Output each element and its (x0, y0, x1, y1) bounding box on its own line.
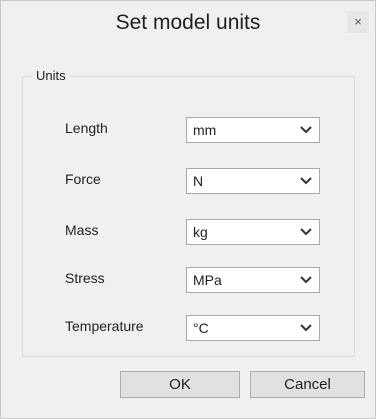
force-select[interactable]: N (186, 168, 320, 194)
mass-value: kg (193, 224, 208, 240)
chevron-down-icon (300, 177, 312, 185)
dialog-title: Set model units (115, 11, 261, 34)
length-select[interactable]: mm (186, 117, 320, 143)
mass-label: Mass (65, 222, 99, 238)
set-model-units-dialog: Set model units × Units Length mm Force … (0, 0, 376, 419)
close-button[interactable]: × (347, 11, 369, 33)
chevron-down-icon (300, 126, 312, 134)
temperature-select[interactable]: °C (186, 315, 320, 341)
chevron-down-icon (300, 276, 312, 284)
temperature-value: °C (193, 320, 209, 336)
stress-label: Stress (65, 270, 105, 286)
close-icon: × (354, 14, 362, 29)
cancel-button[interactable]: Cancel (250, 371, 365, 398)
ok-button[interactable]: OK (120, 371, 240, 398)
chevron-down-icon (300, 228, 312, 236)
stress-select[interactable]: MPa (186, 267, 320, 293)
mass-select[interactable]: kg (186, 219, 320, 245)
temperature-label: Temperature (65, 318, 144, 334)
stress-value: MPa (193, 272, 222, 288)
length-value: mm (193, 122, 217, 138)
force-label: Force (65, 171, 101, 187)
title-bar: Set model units × (1, 1, 375, 45)
length-label: Length (65, 120, 108, 136)
force-value: N (193, 173, 204, 189)
chevron-down-icon (300, 324, 312, 332)
units-group-label: Units (32, 67, 70, 85)
